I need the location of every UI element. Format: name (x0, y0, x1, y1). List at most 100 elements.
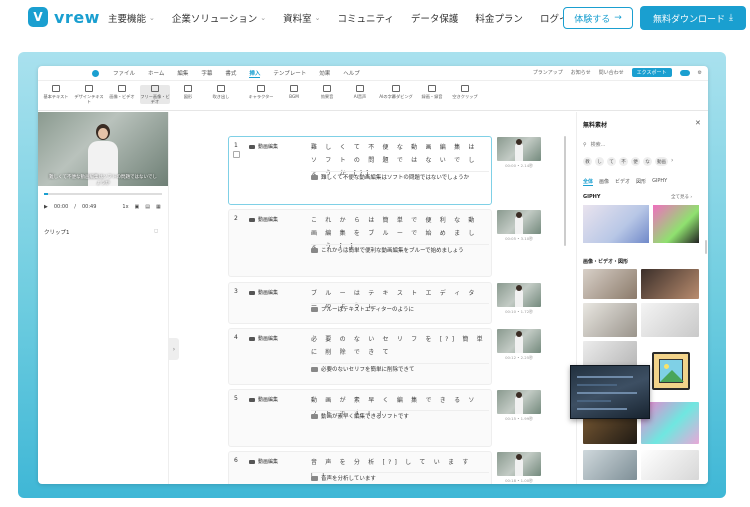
collapse-panel-button[interactable]: › (169, 338, 179, 360)
see-all-link[interactable]: 全て見る › (671, 194, 692, 200)
clip-card[interactable]: 3 動画編集ブ ル ー は テ キ ス ト エ デ ィ タ ー の よ う にブル… (228, 282, 541, 324)
keyword-chip[interactable]: 動画 (655, 157, 668, 166)
nav-item-pricing[interactable]: 料金プラン (475, 11, 523, 25)
tab-giphy[interactable]: GIPHY (652, 178, 667, 186)
clip-card[interactable]: 6 動画編集音 声 を 分 析 [?] し て い ま す [.] 音声を分析してい… (228, 451, 541, 484)
panel-scrollbar[interactable] (705, 240, 707, 254)
try-button[interactable]: 体験する → (563, 7, 633, 29)
tool-shape[interactable]: 図形 (173, 85, 203, 99)
keyword-chip[interactable]: て (607, 157, 616, 166)
speaker-label[interactable]: 動画編集 (249, 289, 278, 296)
menu-subtitles[interactable]: 字幕 (201, 69, 212, 77)
subtitle-text[interactable]: 音声を分析しています (311, 474, 489, 484)
menu-template[interactable]: テンプレート (273, 69, 306, 77)
tool-basic-text[interactable]: 基本テキスト (41, 85, 71, 99)
tool-sound-effect[interactable]: 効果音 (312, 85, 342, 99)
fit-icon[interactable]: ▣ (135, 204, 140, 210)
keyword-chip[interactable]: な (643, 157, 652, 166)
menu-format[interactable]: 書式 (225, 69, 236, 77)
clip-card[interactable]: 2 動画編集こ れ か ら は 簡 単 で 便 利 な 動 画 編 集 を ブ ル… (228, 209, 541, 277)
speaker-label[interactable]: 動画編集 (249, 335, 278, 342)
tab-video[interactable]: ビデオ (615, 178, 630, 186)
asset-thumbnail[interactable] (641, 269, 699, 299)
asset-thumbnail[interactable] (641, 450, 699, 480)
asset-search[interactable]: ⚲ 検索... (583, 139, 701, 150)
speaker-label[interactable]: 動画編集 (249, 216, 278, 223)
tool-character[interactable]: キャラクター (246, 85, 276, 99)
keyword-chip[interactable]: 不 (619, 157, 628, 166)
speed-button[interactable]: 1x (122, 204, 128, 210)
nav-item-data-protection[interactable]: データ保護 (411, 11, 459, 25)
asset-thumbnail[interactable] (583, 450, 637, 480)
clip-card[interactable]: 4 動画編集 必 要 の な い セ リ フ を [?] 簡 単 に 削 除 で き… (228, 328, 541, 385)
speaker-label[interactable]: 動画編集 (249, 396, 278, 403)
speaker-label[interactable]: 動画編集 (249, 458, 278, 465)
subtitle-text[interactable]: ブルーはテキストエディターのように (311, 305, 489, 315)
clip-checkbox[interactable] (233, 151, 240, 158)
free-download-button[interactable]: 無料ダウンロード ⤓ (640, 6, 746, 30)
clip-list-scrollbar[interactable] (564, 136, 566, 246)
giphy-thumbnail[interactable] (583, 205, 649, 243)
nav-item-enterprise[interactable]: 企業ソリューション ⌄ (172, 11, 266, 25)
asset-thumbnail[interactable] (641, 303, 699, 337)
menu-home[interactable]: ホーム (148, 69, 164, 77)
asset-thumbnail[interactable] (583, 269, 637, 299)
clip-thumbnail[interactable] (497, 210, 541, 234)
expand-icon[interactable]: ◻ (154, 228, 158, 234)
tool-bgm[interactable]: BGM (279, 85, 309, 99)
search-input[interactable]: 検索... (591, 141, 606, 148)
keyword-chip[interactable]: 便 (631, 157, 640, 166)
user-icon[interactable] (92, 69, 99, 77)
clip-thumbnail[interactable] (497, 283, 541, 307)
tab-all[interactable]: 全体 (583, 178, 594, 186)
play-icon[interactable]: ▶ (44, 204, 48, 210)
giphy-thumbnail[interactable] (653, 205, 699, 243)
tool-record[interactable]: 録画・録音 (417, 85, 447, 99)
grid-icon[interactable]: ▤ (145, 204, 150, 210)
vrew-logo[interactable]: V vrew (28, 7, 100, 27)
asset-thumbnail[interactable] (583, 303, 637, 337)
clip-card[interactable]: 5 動画編集動 画 が 素 早 く 編 集 で き る ソ フ ト で す [.]… (228, 389, 541, 447)
keyword-chip[interactable]: し (595, 157, 604, 166)
clip-thumbnail[interactable] (497, 329, 541, 353)
close-icon[interactable]: ✕ (695, 119, 701, 127)
contact-button[interactable]: 問い合わせ (599, 69, 624, 76)
export-button[interactable]: エクスポート (631, 68, 672, 77)
subtitle-text[interactable]: これからは簡単で便利な動画編集をブルーで始めましょう (311, 246, 489, 256)
plan-up-button[interactable]: プランアップ (533, 69, 563, 76)
menu-file[interactable]: ファイル (113, 69, 135, 77)
nav-item-community[interactable]: コミュニティ (337, 11, 393, 25)
clip-thumbnail[interactable] (497, 137, 541, 161)
menu-effects[interactable]: 効果 (319, 69, 330, 77)
tool-design-text[interactable]: デザインテキスト (74, 85, 104, 104)
settings-icon[interactable]: ⚙ (698, 70, 702, 76)
transcript-words[interactable]: 必 要 の な い セ リ フ を [?] 簡 単 に 削 除 で き て (311, 333, 489, 359)
tab-image[interactable]: 画像 (599, 178, 609, 186)
nav-item-resources[interactable]: 資料室 ⌄ (283, 11, 320, 25)
tool-ai-voice[interactable]: AI音声 (345, 85, 375, 99)
tool-empty-clip[interactable]: 空きクリップ (450, 85, 480, 99)
playback-progress[interactable] (44, 193, 162, 195)
keyword-chip[interactable]: 教 (583, 157, 592, 166)
chevron-right-icon[interactable]: › (671, 157, 673, 166)
theme-toggle[interactable] (679, 69, 690, 76)
subtitle-icon[interactable]: ▦ (156, 204, 161, 210)
menu-edit[interactable]: 編集 (177, 69, 188, 77)
video-preview[interactable]: 難しくて不便な動画編集はソフトの問題ではないでしょうか (38, 112, 168, 186)
clip-thumbnail[interactable] (497, 452, 541, 476)
subtitle-text[interactable]: 必要のないセリフを簡単に削除できて (311, 365, 489, 375)
speaker-label[interactable]: 動画編集 (249, 143, 278, 150)
subtitle-text[interactable]: 難しくて不便な動画編集はソフトの問題ではないでしょうか (311, 173, 489, 183)
clip-thumbnail[interactable] (497, 390, 541, 414)
tool-free-media[interactable]: フリー画像・ビデオ (140, 85, 170, 105)
menu-help[interactable]: ヘルプ (343, 69, 360, 77)
notifications-button[interactable]: お知らせ (571, 69, 591, 76)
clip-card[interactable]: 1 動画編集難 し く て 不 便 な 動 画 編 集 は ソ フ ト の 問 題… (228, 136, 541, 205)
tool-ai-dubbing[interactable]: AIの字幕ダビング (378, 85, 414, 99)
subtitle-text[interactable]: 動画が素早く編集できるソフトです (311, 412, 489, 422)
tool-image-video[interactable]: 画像・ビデオ (107, 85, 137, 99)
nav-item-features[interactable]: 主要機能 ⌄ (108, 11, 155, 25)
tool-speech-bubble[interactable]: 吹き出し (206, 85, 236, 99)
tab-shape[interactable]: 図形 (636, 178, 646, 186)
menu-insert[interactable]: 挿入 (249, 69, 261, 78)
